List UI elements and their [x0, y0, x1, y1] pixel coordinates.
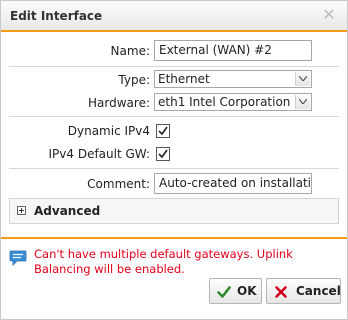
type-row: Type: Ethernet [1, 70, 347, 92]
hardware-select-value: eth1 Intel Corporation I2 [158, 95, 294, 109]
dialog-title: Edit Interface [10, 9, 103, 23]
hardware-row: Hardware: eth1 Intel Corporation I2 [1, 93, 347, 115]
ok-button-label: OK [237, 284, 257, 298]
name-input[interactable]: External (WAN) #2 [154, 40, 312, 61]
footer-divider [1, 237, 347, 239]
type-select-value: Ethernet [158, 72, 210, 86]
dynamic-ipv4-label: Dynamic IPv4 [67, 124, 150, 138]
x-icon [275, 286, 287, 298]
divider [9, 66, 339, 67]
chevron-down-icon[interactable] [295, 72, 310, 86]
plus-icon[interactable] [17, 206, 26, 215]
dynamic-ipv4-checkbox[interactable] [156, 124, 170, 138]
comment-row: Comment: Auto-created on installation [1, 173, 347, 195]
dialog-titlebar: Edit Interface ✕ [1, 1, 347, 32]
ipv4-default-gw-label: IPv4 Default GW: [48, 147, 151, 161]
warning-message: Can't have multiple default gateways. Up… [34, 247, 293, 276]
checkmark-icon [217, 286, 231, 298]
speech-bubble-icon [9, 250, 27, 266]
checkmark-icon [156, 147, 170, 161]
cancel-button-label: Cancel [296, 284, 341, 298]
type-select[interactable]: Ethernet [154, 70, 312, 88]
comment-input[interactable]: Auto-created on installation [154, 173, 312, 194]
cancel-button[interactable]: Cancel [266, 278, 341, 304]
edit-interface-dialog: Edit Interface ✕ Name: External (WAN) #2… [0, 0, 348, 320]
divider [9, 116, 339, 117]
chevron-down-icon[interactable] [295, 95, 310, 109]
advanced-label: Advanced [34, 204, 101, 218]
checkmark-icon [156, 124, 170, 138]
divider [9, 168, 339, 169]
ok-button[interactable]: OK [209, 278, 262, 304]
hardware-select[interactable]: eth1 Intel Corporation I2 [154, 93, 312, 111]
comment-label: Comment: [87, 177, 150, 191]
type-label: Type: [118, 73, 150, 87]
advanced-section-header[interactable]: Advanced [9, 198, 339, 224]
ipv4-default-gw-row: IPv4 Default GW: [1, 144, 347, 166]
ipv4-default-gw-checkbox[interactable] [156, 147, 170, 161]
name-label: Name: [110, 44, 150, 58]
name-row: Name: External (WAN) #2 [1, 40, 347, 62]
dynamic-ipv4-row: Dynamic IPv4 [1, 121, 347, 143]
close-icon[interactable]: ✕ [321, 7, 337, 23]
hardware-label: Hardware: [88, 96, 150, 110]
